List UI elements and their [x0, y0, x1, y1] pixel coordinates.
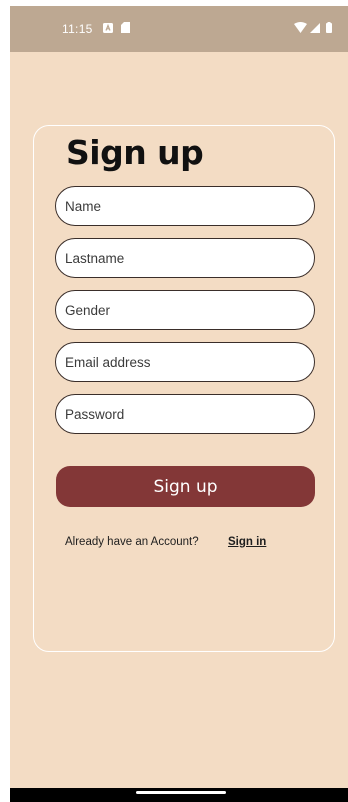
battery-icon: [326, 22, 332, 33]
gender-field[interactable]: [55, 290, 315, 330]
status-bar: 11:15: [10, 6, 348, 52]
email-field[interactable]: [55, 342, 315, 382]
page-title: Sign up: [66, 133, 204, 172]
name-field[interactable]: [55, 186, 315, 226]
status-indicators: [294, 22, 332, 33]
signup-button[interactable]: Sign up: [56, 466, 315, 507]
navigation-bar: [10, 788, 348, 802]
account-prompt: Already have an Account?: [65, 536, 199, 548]
sim-card-icon: [121, 22, 130, 33]
status-time: 11:15: [62, 22, 93, 36]
app-screen: 11:15 Sign up Sign up Already have an A: [10, 6, 348, 794]
lastname-field[interactable]: [55, 238, 315, 278]
password-field[interactable]: [55, 394, 315, 434]
signin-link[interactable]: Sign in: [228, 536, 266, 548]
cellular-signal-icon: [310, 23, 320, 33]
wifi-icon: [294, 22, 307, 33]
notification-a-icon: [103, 23, 113, 33]
home-indicator[interactable]: [136, 791, 226, 794]
